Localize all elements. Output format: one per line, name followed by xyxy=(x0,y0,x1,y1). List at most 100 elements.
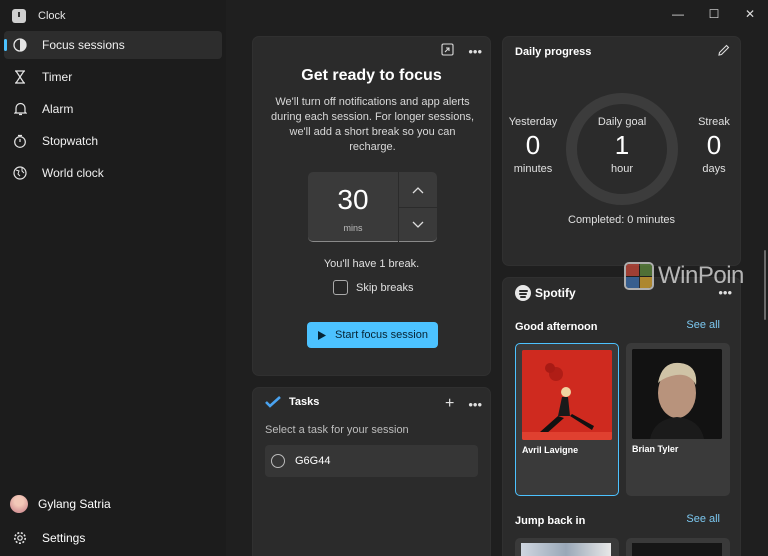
skip-breaks-option[interactable]: Skip breaks xyxy=(333,280,413,295)
user-name: Gylang Satria xyxy=(38,497,111,511)
recent-art xyxy=(521,543,611,556)
break-info: You'll have 1 break. xyxy=(323,258,420,270)
artist-image xyxy=(522,350,612,440)
edit-pencil-icon[interactable] xyxy=(717,44,730,57)
start-focus-label: Start focus session xyxy=(335,329,428,341)
user-account[interactable]: Gylang Satria xyxy=(4,490,222,518)
play-icon xyxy=(318,330,327,340)
task-radio[interactable] xyxy=(271,454,285,468)
stopwatch-icon xyxy=(12,133,28,149)
more-options-icon[interactable]: ••• xyxy=(468,397,482,412)
window-controls: — ☐ ✕ xyxy=(660,0,768,28)
artist-tile-avril-lavigne[interactable]: Avril Lavigne xyxy=(515,343,619,496)
sidebar-item-timer[interactable]: Timer xyxy=(4,63,222,91)
streak-value: 0 xyxy=(706,130,722,160)
progress-actions xyxy=(717,44,730,57)
artist-name: Avril Lavigne xyxy=(522,445,579,455)
minutes-stepper[interactable]: 30 mins xyxy=(308,172,437,242)
compact-overlay-icon[interactable] xyxy=(441,43,454,59)
increase-button[interactable] xyxy=(399,172,437,207)
watermark: WinPoin xyxy=(624,262,744,290)
maximize-button[interactable]: ☐ xyxy=(696,0,732,28)
sidebar-item-label: Settings xyxy=(42,531,86,545)
sidebar-item-label: Alarm xyxy=(42,102,74,116)
card-actions: ••• xyxy=(441,43,482,59)
spotify-brand: Spotify xyxy=(535,286,576,300)
start-focus-button[interactable]: Start focus session xyxy=(307,322,438,348)
focus-title: Get ready to focus xyxy=(301,67,442,84)
daily-goal-stat: Daily goal 1 hour xyxy=(582,116,662,175)
watermark-text: WinPoin xyxy=(658,262,744,289)
app-title: Clock xyxy=(38,10,66,22)
task-label: G6G44 xyxy=(295,455,331,467)
sidebar-item-label: Focus sessions xyxy=(42,38,125,52)
daily-progress-card: Daily progress Yesterday 0 minutes Daily… xyxy=(502,36,741,266)
minutes-value[interactable]: 30 xyxy=(308,184,398,216)
skip-breaks-checkbox[interactable] xyxy=(333,280,348,295)
sidebar-item-label: Stopwatch xyxy=(42,134,99,148)
sidebar-item-alarm[interactable]: Alarm xyxy=(4,95,222,123)
sidebar-item-label: Timer xyxy=(42,70,73,84)
focus-session-card: ••• Get ready to focus We'll turn off no… xyxy=(252,36,491,376)
avatar xyxy=(10,495,28,513)
sidebar-item-stopwatch[interactable]: Stopwatch xyxy=(4,127,222,155)
spotify-card: Spotify ••• Good afternoon See all Avril… xyxy=(502,277,741,556)
sidebar-nav: Focus sessions Timer Alarm Stopwatch Wor… xyxy=(4,31,222,191)
sidebar: Clock Focus sessions Timer Alarm Stopwat… xyxy=(0,0,226,556)
hourglass-icon xyxy=(12,69,28,85)
streak-label: Streak xyxy=(698,116,730,128)
daily-progress-title: Daily progress xyxy=(515,46,592,58)
more-options-icon[interactable]: ••• xyxy=(468,44,482,59)
sidebar-item-label: World clock xyxy=(42,166,104,180)
tasks-card: Tasks + ••• Select a task for your sessi… xyxy=(252,387,491,556)
task-item[interactable]: G6G44 xyxy=(265,445,478,477)
tasks-hint: Select a task for your session xyxy=(265,424,409,436)
recent-art xyxy=(632,543,722,556)
spotify-header: Spotify xyxy=(515,285,576,301)
focus-description: We'll turn off notifications and app ale… xyxy=(271,96,474,153)
yesterday-unit: minutes xyxy=(513,163,553,175)
streak-unit: days xyxy=(702,163,726,175)
bell-icon xyxy=(12,101,28,117)
recent-tile[interactable] xyxy=(515,538,619,556)
artist-image xyxy=(632,349,722,439)
recent-tile[interactable] xyxy=(626,538,730,556)
artist-name: Brian Tyler xyxy=(632,444,679,454)
skip-breaks-label: Skip breaks xyxy=(356,281,414,294)
app-title-bar: Clock xyxy=(12,7,66,25)
sidebar-item-settings[interactable]: Settings xyxy=(4,524,222,552)
scrollbar[interactable] xyxy=(764,250,766,320)
yesterday-stat: Yesterday 0 minutes xyxy=(505,116,561,175)
minutes-unit: mins xyxy=(343,223,363,233)
clock-app-icon xyxy=(12,9,26,23)
chevron-down-icon xyxy=(412,221,424,228)
close-button[interactable]: ✕ xyxy=(732,0,768,28)
stepper-buttons xyxy=(398,172,437,242)
gear-icon xyxy=(12,530,28,546)
tasks-title: Tasks xyxy=(289,396,320,408)
artist-tile-brian-tyler[interactable]: Brian Tyler xyxy=(626,343,730,496)
yesterday-value: 0 xyxy=(525,130,541,160)
todo-check-icon xyxy=(265,396,281,408)
good-afternoon-heading: Good afternoon xyxy=(515,321,598,333)
minimize-button[interactable]: — xyxy=(660,0,696,28)
tasks-actions: + ••• xyxy=(445,395,482,413)
see-all-link[interactable]: See all xyxy=(686,513,720,525)
spotify-logo-icon xyxy=(515,285,531,301)
focus-icon xyxy=(12,37,28,53)
winpoin-logo-icon xyxy=(624,262,654,290)
tasks-header: Tasks xyxy=(265,396,319,408)
jump-back-in-heading: Jump back in xyxy=(515,515,586,527)
daily-goal-unit: hour xyxy=(610,163,634,175)
completed-text: Completed: 0 minutes xyxy=(568,214,675,226)
yesterday-label: Yesterday xyxy=(508,116,558,128)
sidebar-item-world-clock[interactable]: World clock xyxy=(4,159,222,187)
daily-goal-value: 1 xyxy=(614,130,630,160)
globe-icon xyxy=(12,165,28,181)
sidebar-item-focus-sessions[interactable]: Focus sessions xyxy=(4,31,222,59)
add-task-icon[interactable]: + xyxy=(445,395,454,413)
decrease-button[interactable] xyxy=(399,207,437,242)
streak-stat: Streak 0 days xyxy=(689,116,739,175)
daily-goal-label: Daily goal xyxy=(597,116,647,128)
see-all-link[interactable]: See all xyxy=(686,319,720,331)
